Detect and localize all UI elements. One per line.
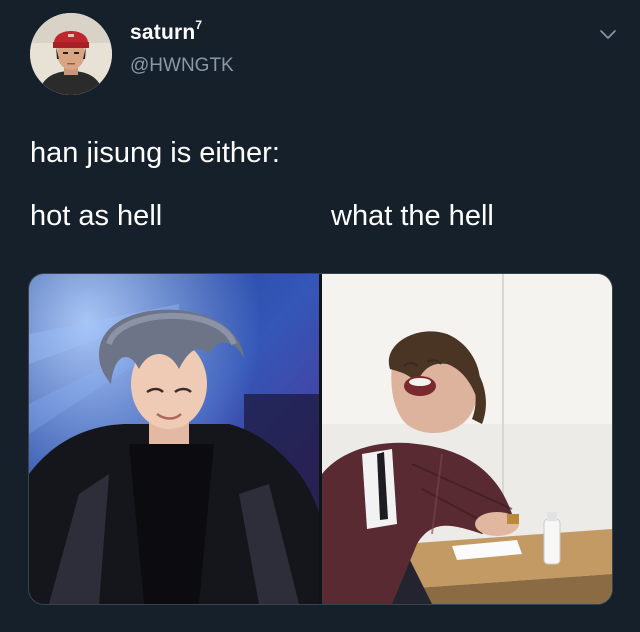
tweet-menu-button[interactable]	[598, 24, 618, 44]
right-photo[interactable]	[322, 274, 612, 604]
display-name-superscript: 7	[195, 18, 203, 32]
user-handle[interactable]: @HWNGTK	[130, 55, 234, 77]
tweet-text: han jisung is either:	[30, 137, 280, 169]
profile-avatar-icon	[30, 13, 112, 95]
right-caption: what the hell	[331, 200, 494, 232]
tweet-card: saturn7 @HWNGTK han jisung is either: ho…	[0, 0, 640, 632]
chevron-down-icon	[600, 30, 616, 39]
laughing-classroom-photo-icon	[322, 274, 612, 604]
left-photo[interactable]	[29, 274, 319, 604]
avatar[interactable]	[30, 13, 112, 95]
stage-performance-photo-icon	[29, 274, 319, 604]
left-caption: hot as hell	[30, 200, 163, 232]
media-grid	[28, 273, 613, 605]
display-name-text: saturn	[130, 21, 196, 44]
display-name[interactable]: saturn7	[130, 18, 203, 45]
